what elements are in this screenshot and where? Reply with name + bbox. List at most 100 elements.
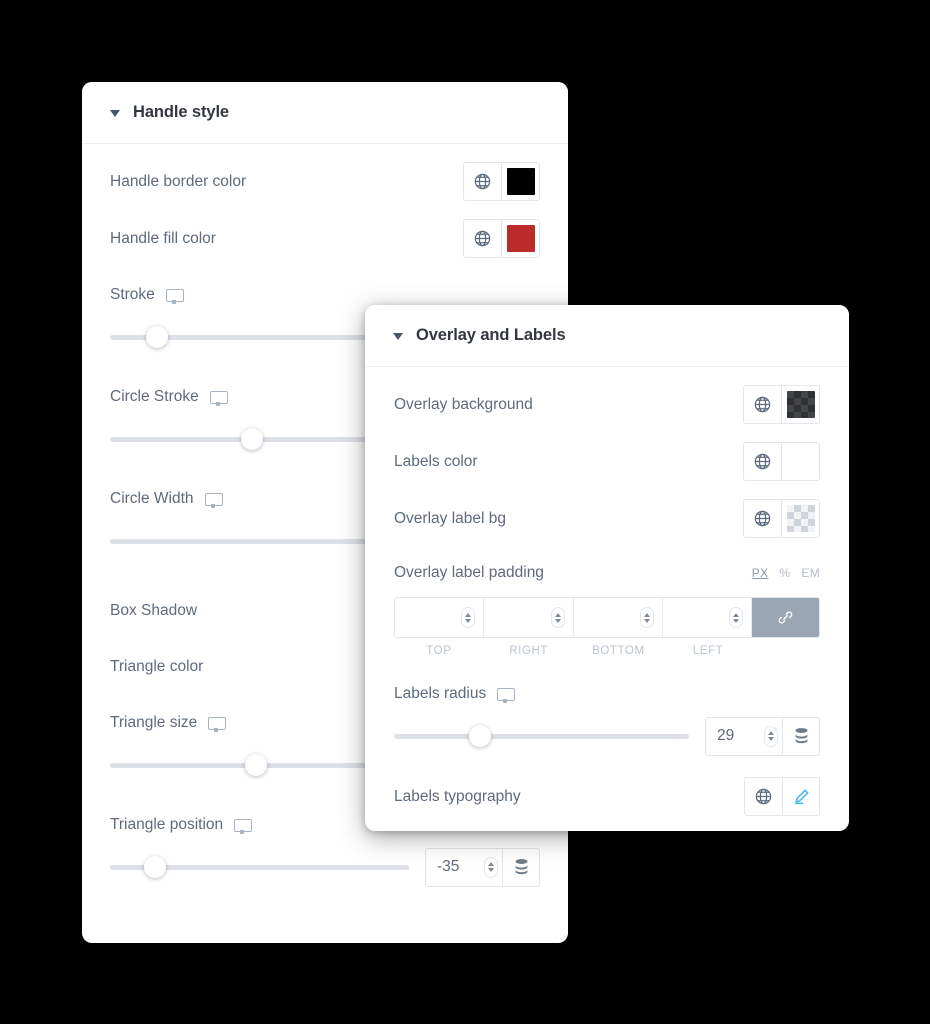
overlay-label-bg-control[interactable] [743,499,820,538]
caret-down-icon[interactable] [393,332,403,340]
overlay-background-swatch[interactable] [781,386,819,423]
stepper-up-icon[interactable] [643,612,650,617]
label-labels-radius: Labels radius [394,685,516,703]
label-triangle-position-text: Triangle position [110,816,224,833]
unit-px[interactable]: PX [752,566,769,580]
stepper-up-icon[interactable] [733,612,739,617]
overlay-background-control[interactable] [743,385,820,424]
labels-radius-number-control[interactable]: 29 [705,716,820,756]
panel-overlay-labels-header[interactable]: Overlay and Labels [365,305,849,367]
padding-right-input[interactable] [484,598,574,637]
labels-radius-slider[interactable] [394,725,689,747]
slider-thumb[interactable] [245,754,268,776]
row-overlay-label-bg: Overlay label bg [394,499,820,538]
stepper-up-icon[interactable] [768,731,774,735]
stepper-down-icon[interactable] [554,618,561,623]
handle-border-color-swatch[interactable] [501,163,539,200]
label-overlay-background: Overlay background [394,395,533,413]
stepper-down-icon[interactable] [733,618,739,623]
slider-thumb[interactable] [143,856,166,878]
label-overlay-label-padding: Overlay label padding [394,564,544,581]
label-stroke: Stroke [110,286,184,304]
swatch-dark-translucent [786,391,815,418]
slider-thumb[interactable] [146,326,169,348]
pencil-icon[interactable] [782,778,819,815]
label-circle-stroke: Circle Stroke [110,388,228,406]
slider-row-labels-radius: 29 [394,713,820,759]
padding-bottom-stepper[interactable] [639,607,654,628]
labels-radius-input[interactable]: 29 [706,718,782,755]
label-triangle-size-text: Triangle size [110,714,198,731]
padding-top-label: TOP [426,645,452,657]
label-circle-stroke-text: Circle Stroke [110,388,199,405]
monitor-icon[interactable] [209,390,228,406]
panel-handle-style-header[interactable]: Handle style [82,82,568,144]
labels-color-swatch[interactable] [781,443,819,480]
slider-row-triangle-position: -35 [110,844,540,890]
row-labels-typography: Labels typography [394,777,820,816]
handle-border-color-control[interactable] [463,162,540,201]
link-values-toggle[interactable] [752,598,819,637]
padding-right-stepper[interactable] [550,607,565,628]
label-triangle-position: Triangle position [110,816,253,834]
stepper-down-icon[interactable] [643,618,650,623]
monitor-icon[interactable] [234,818,253,834]
padding-labels-spacer [753,645,820,657]
stepper-up-icon[interactable] [554,612,561,617]
globe-icon[interactable] [744,443,781,480]
padding-dimension-group [394,597,820,638]
labels-typography-control[interactable] [744,777,820,816]
swatch-red [506,225,535,252]
triangle-position-input[interactable]: -35 [426,849,502,886]
swatch-black [506,168,535,195]
panel-overlay-labels-title: Overlay and Labels [416,326,566,344]
row-labels-color: Labels color [394,442,820,481]
globe-icon[interactable] [464,163,501,200]
stepper-up-icon[interactable] [465,612,472,617]
label-circle-width: Circle Width [110,490,223,508]
triangle-position-number-control[interactable]: -35 [425,847,540,887]
triangle-position-slider[interactable] [110,856,409,878]
label-stroke-text: Stroke [110,286,155,303]
monitor-icon[interactable] [165,288,184,304]
row-handle-fill-color: Handle fill color [110,219,540,258]
label-triangle-size: Triangle size [110,714,227,732]
handle-fill-color-swatch[interactable] [501,220,539,257]
monitor-icon[interactable] [497,687,516,703]
monitor-icon[interactable] [208,716,227,732]
label-handle-border-color: Handle border color [110,172,247,190]
monitor-icon[interactable] [204,492,223,508]
stepper-down-icon[interactable] [465,618,472,623]
padding-top-stepper[interactable] [461,607,476,628]
overlay-label-bg-swatch[interactable] [781,500,819,537]
label-labels-typography: Labels typography [394,787,521,805]
globe-icon[interactable] [464,220,501,257]
stepper-down-icon[interactable] [488,868,494,872]
globe-icon[interactable] [745,778,782,815]
unit-em[interactable]: EM [801,566,820,580]
globe-icon[interactable] [744,386,781,423]
stepper-down-icon[interactable] [768,737,774,741]
number-stepper[interactable] [484,856,498,878]
stepper-up-icon[interactable] [488,862,494,866]
database-icon[interactable] [502,848,539,886]
padding-right-label: RIGHT [509,645,549,657]
handle-fill-color-control[interactable] [463,219,540,258]
swatch-white [786,448,815,475]
slider-thumb[interactable] [240,428,263,450]
number-stepper[interactable] [764,725,778,747]
labels-color-control[interactable] [743,442,820,481]
caret-down-icon[interactable] [110,109,120,117]
database-icon[interactable] [782,717,819,755]
padding-unit-switcher[interactable]: PX % EM [752,566,820,580]
padding-top-input[interactable] [395,598,485,637]
padding-left-stepper[interactable] [729,607,743,628]
globe-icon[interactable] [744,500,781,537]
row-labels-radius: Labels radius [394,675,820,713]
unit-percent[interactable]: % [779,566,790,580]
slider-thumb[interactable] [468,725,491,747]
label-overlay-label-bg: Overlay label bg [394,509,507,527]
padding-bottom-input[interactable] [573,598,663,637]
labels-radius-value: 29 [717,727,735,744]
padding-left-input[interactable] [662,598,752,637]
